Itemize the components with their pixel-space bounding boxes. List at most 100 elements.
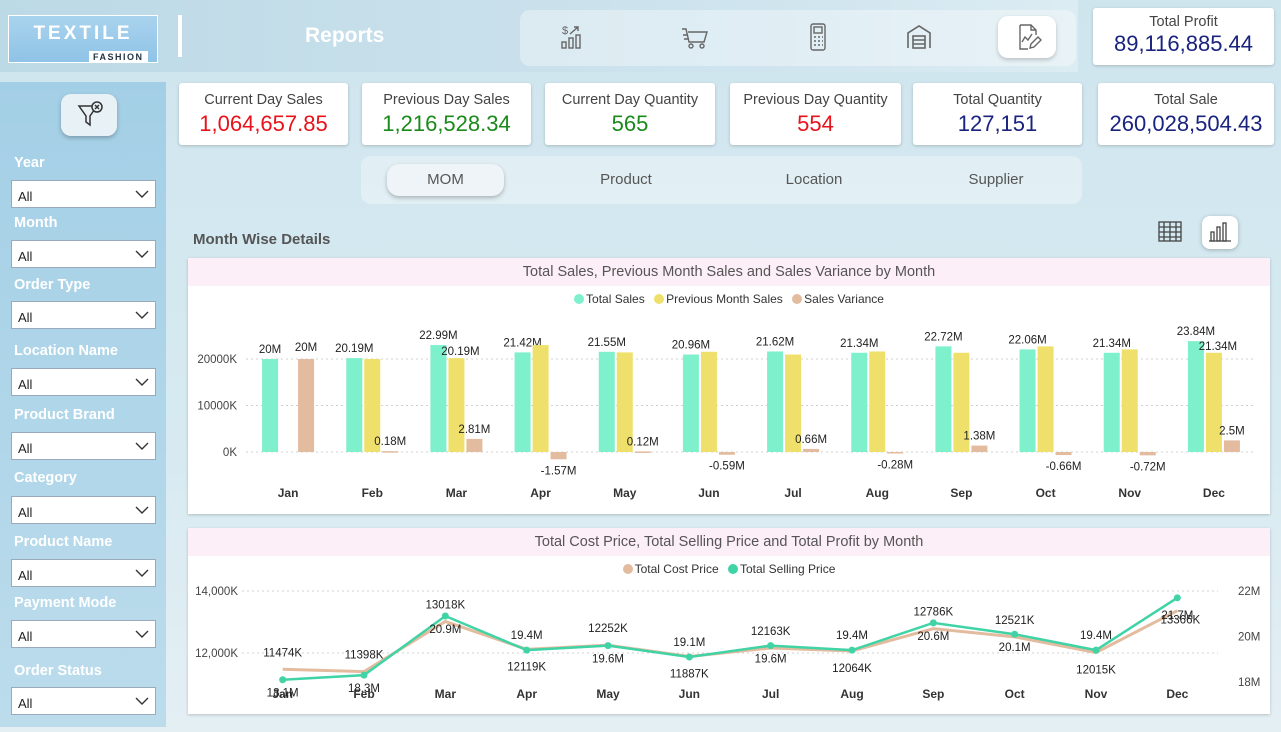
data-label: 22.06M <box>1008 334 1046 346</box>
kpi-current-day-quantity: Current Day Quantity 565 <box>545 83 715 145</box>
chart-view-button[interactable] <box>1202 216 1238 249</box>
series-point <box>848 646 856 654</box>
x-tick-label: Jul <box>762 687 779 701</box>
chevron-down-icon <box>135 506 149 514</box>
data-label: 21.34M <box>1093 338 1131 350</box>
filter-dropdown-month[interactable]: All <box>11 240 156 268</box>
data-label: 11887K <box>670 669 709 681</box>
x-tick-label: Sep <box>922 687 944 701</box>
data-label: 11474K <box>263 647 302 659</box>
filter-dropdown-product-name[interactable]: All <box>11 559 156 587</box>
kpi-total-sale: Total Sale 260,028,504.43 <box>1098 83 1274 145</box>
bar-total-sales <box>346 358 363 452</box>
filter-label-product-name: Product Name <box>14 534 113 550</box>
filter-label-order-type: Order Type <box>14 277 91 293</box>
filter-label-order-status: Order Status <box>14 663 102 679</box>
data-label: 11398K <box>345 650 384 662</box>
bar-sales-variance <box>634 451 651 453</box>
bar-sales-variance <box>382 451 399 453</box>
data-label: 21.62M <box>756 336 794 348</box>
data-label: 1.38M <box>963 431 995 443</box>
section-title: Month Wise Details <box>193 231 331 248</box>
bar-total-sales <box>935 346 952 452</box>
filter-label-month: Month <box>14 215 58 231</box>
data-label: -1.57M <box>541 465 577 477</box>
filter-dropdown-order-status[interactable]: All <box>11 687 156 715</box>
chevron-down-icon <box>135 190 149 198</box>
pos-terminal-icon[interactable] <box>803 22 833 52</box>
data-label: 0.66M <box>795 434 827 446</box>
data-label: 19.6M <box>755 654 787 666</box>
x-tick-label: May <box>596 687 620 701</box>
bar-previous-month-sales <box>869 351 886 452</box>
table-view-icon[interactable] <box>1152 216 1188 248</box>
y-left-tick-label: 12,000K <box>195 648 238 660</box>
data-label: 21.34M <box>840 338 878 350</box>
series-point <box>279 676 287 684</box>
bar-chart: 0K 10000K 20000K Jan 20M 20M Feb 20.19M 0.18M Mar… <box>197 326 1256 500</box>
bar-previous-month-sales <box>700 351 717 452</box>
filter-dropdown-category[interactable]: All <box>11 496 156 524</box>
bar-sales-variance <box>1139 452 1156 456</box>
tab-location[interactable]: Location <box>749 164 879 196</box>
bar-total-sales <box>430 345 447 452</box>
svg-text:$: $ <box>562 25 568 37</box>
bar-total-sales <box>598 351 615 452</box>
x-tick-label: Oct <box>1036 486 1056 500</box>
tab-product[interactable]: Product <box>561 164 691 196</box>
chevron-down-icon <box>135 630 149 638</box>
bar-sales-variance <box>1223 440 1240 452</box>
filter-dropdown-payment-mode[interactable]: All <box>11 620 156 648</box>
kpi-current-day-sales: Current Day Sales 1,064,657.85 <box>179 83 348 145</box>
x-tick-label: Feb <box>362 486 383 500</box>
tab-mom[interactable]: MOM <box>387 164 504 196</box>
y-right-tick-label: 22M <box>1238 586 1260 598</box>
filter-label-payment-mode: Payment Mode <box>14 595 117 611</box>
data-label: 18.3M <box>348 683 380 695</box>
header-divider <box>178 15 182 57</box>
kpi-value: 1,216,528.34 <box>382 111 511 136</box>
bar-previous-month-sales <box>1037 346 1054 452</box>
data-label: 2.5M <box>1219 425 1245 437</box>
bar-total-sales <box>1187 341 1204 452</box>
cart-icon[interactable] <box>680 22 710 52</box>
kpi-value: 89,116,885.44 <box>1113 31 1254 56</box>
bar-sales-variance <box>718 452 735 455</box>
filter-value: All <box>18 505 33 520</box>
clear-filters-button[interactable] <box>61 94 117 136</box>
bar-sales-variance <box>1055 452 1072 456</box>
x-tick-label: Apr <box>516 687 537 701</box>
bar-previous-month-sales <box>448 358 465 452</box>
chevron-down-icon <box>135 378 149 386</box>
bar-total-sales <box>262 359 279 452</box>
y-tick-label: 10000K <box>197 401 237 413</box>
bar-sales-variance <box>466 438 483 452</box>
x-tick-label: Mar <box>446 486 468 500</box>
warehouse-icon[interactable] <box>904 22 934 52</box>
bar-chart-card: Total Sales, Previous Month Sales and Sa… <box>188 258 1270 514</box>
x-tick-label: Aug <box>866 486 889 500</box>
filter-dropdown-year[interactable]: All <box>11 180 156 208</box>
x-tick-label: Nov <box>1085 687 1108 701</box>
filter-dropdown-product-brand[interactable]: All <box>11 432 156 460</box>
data-label: -0.59M <box>709 461 745 473</box>
series-point <box>360 671 368 679</box>
kpi-label: Total Sale <box>1154 92 1218 108</box>
data-label: 23.84M <box>1177 326 1215 338</box>
data-label: 20M <box>295 342 317 354</box>
chevron-down-icon <box>135 250 149 258</box>
data-label: -0.66M <box>1046 461 1082 473</box>
filter-dropdown-location-name[interactable]: All <box>11 368 156 396</box>
data-label: 22.99M <box>419 330 457 342</box>
series-point <box>441 612 449 620</box>
kpi-label: Total Profit <box>1149 14 1218 30</box>
report-edit-icon[interactable] <box>1013 22 1043 52</box>
data-label: 20.19M <box>335 343 373 355</box>
filter-dropdown-order-type[interactable]: All <box>11 301 156 329</box>
y-tick-label: 0K <box>223 447 237 459</box>
x-tick-label: Dec <box>1166 687 1188 701</box>
bar-chart-icon <box>1209 222 1231 242</box>
filter-label-location-name: Location Name <box>14 343 118 359</box>
sales-growth-icon[interactable]: $ <box>558 22 588 52</box>
tab-supplier[interactable]: Supplier <box>931 164 1061 196</box>
